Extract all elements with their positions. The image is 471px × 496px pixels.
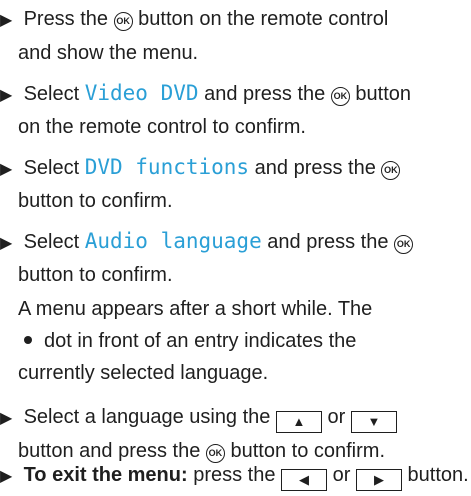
step-text: or [332,464,351,486]
ok-button-icon: OK [381,160,401,180]
menu-item-highlight: Audio language [84,229,262,253]
step-arrow-icon: ▶ [0,235,13,252]
step-2: ▶ Select Video DVD and press the OK butt… [0,76,471,113]
step-4-note-2: dot in front of an entry indicates the [0,324,471,358]
note-text: A menu appears after a short while. The [18,298,373,320]
menu-item-highlight: DVD functions [84,155,250,179]
step-1-cont: and show the menu. [0,36,471,70]
note-text: currently selected language. [18,362,269,384]
step-3: ▶ Select DVD functions and press the OK [0,150,471,187]
step-arrow-icon: ▶ [0,161,13,178]
step-arrow-icon: ▶ [0,410,13,427]
step-text: Select [23,231,80,253]
step-text: or [327,406,346,428]
right-arrow-key-icon: ▶ [355,469,402,491]
step-arrow-icon: ▶ [0,12,13,29]
step-text: button to confirm. [18,264,173,286]
step-4-note-3: currently selected language. [0,356,471,390]
step-3-cont: button to confirm. [0,184,471,218]
ok-button-icon: OK [394,234,414,254]
note-text: dot in front of an entry indicates the [44,330,357,352]
step-text: button. [407,464,469,486]
step-text: Press the [23,8,109,30]
step-2-cont: on the remote control to confirm. [0,110,471,144]
down-arrow-key-icon: ▼ [350,411,397,433]
left-arrow-key-icon: ◀ [281,469,328,491]
step-text: and press the [204,83,326,105]
step-6: ▶ To exit the menu: press the ◀ or ▶ but… [0,459,471,493]
step-text: and press the [267,231,389,253]
up-arrow-key-icon: ▲ [275,411,322,433]
step-arrow-icon: ▶ [0,87,13,104]
step-text: Select [23,83,80,105]
ok-button-icon: OK [113,11,133,31]
bullet-dot-icon [24,336,32,344]
step-text: button on the remote control [138,8,389,30]
step-text: button [355,83,412,105]
step-text: and press the [254,157,376,179]
step-text: press the [193,464,276,486]
step-text: on the remote control to confirm. [18,116,306,138]
ok-button-icon: OK [330,86,350,106]
step-heading: To exit the menu: [23,464,188,486]
step-1: ▶ Press the OK button on the remote cont… [0,2,471,38]
step-4-cont: button to confirm. [0,258,471,292]
step-5: ▶ Select a language using the ▲ or ▼ [0,400,471,436]
instruction-page: ▶ Press the OK button on the remote cont… [0,0,471,493]
step-text: button to confirm. [18,190,173,212]
step-text: and show the menu. [18,42,199,64]
step-text: Select a language using the [23,406,271,428]
menu-item-highlight: Video DVD [84,81,199,105]
step-arrow-icon: ▶ [0,468,13,485]
step-4-note: A menu appears after a short while. The [0,292,471,326]
step-4: ▶ Select Audio language and press the OK [0,224,471,261]
step-text: Select [23,157,80,179]
